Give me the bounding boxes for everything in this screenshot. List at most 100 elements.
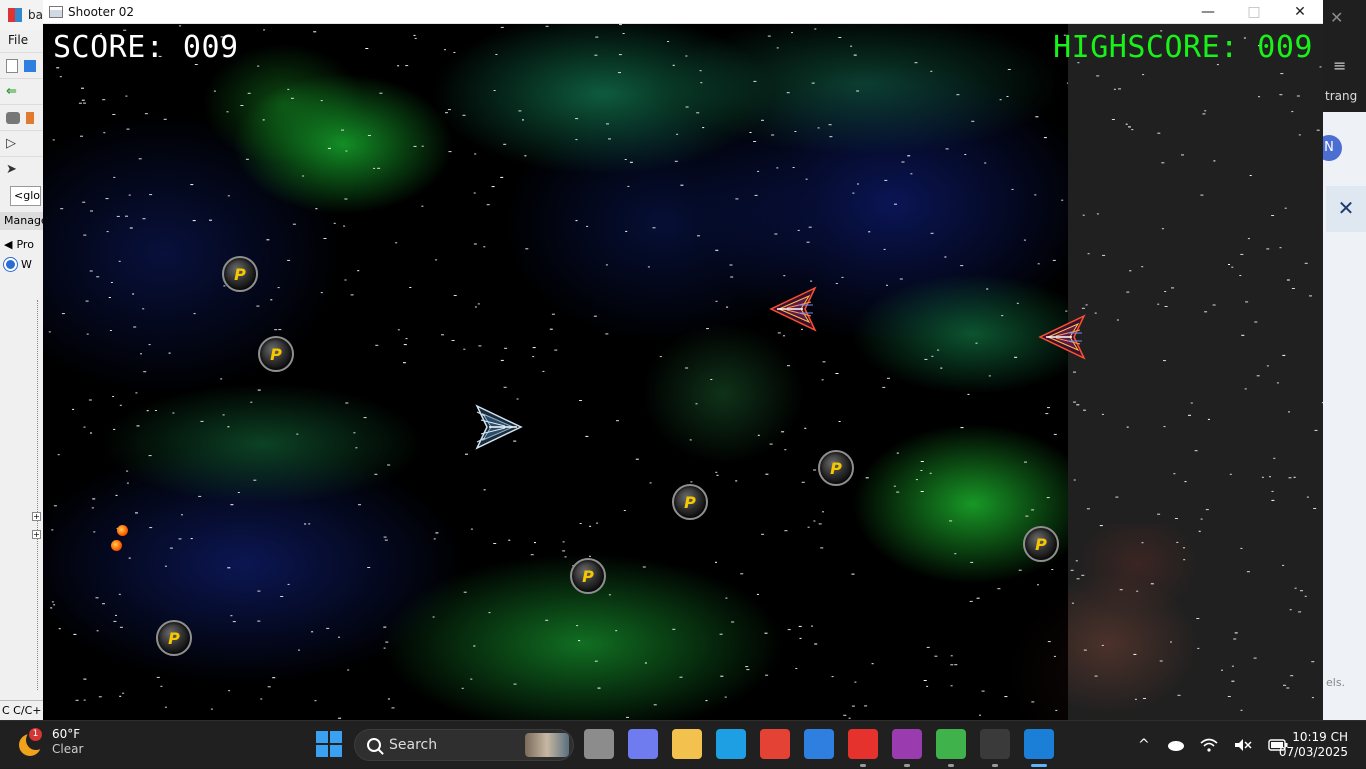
star	[253, 479, 257, 481]
file-explorer-icon[interactable]	[672, 729, 702, 759]
star	[60, 208, 64, 210]
star	[746, 669, 750, 671]
star	[579, 523, 582, 524]
game-side-panel	[1068, 24, 1323, 720]
star	[689, 439, 692, 441]
star	[149, 527, 153, 529]
star	[486, 204, 490, 206]
chrome-icon[interactable]	[760, 729, 790, 759]
recorder-icon[interactable]	[936, 729, 966, 759]
star	[1157, 303, 1160, 305]
cloud-icon[interactable]	[1166, 739, 1184, 751]
hamburger-menu-icon[interactable]: ≡	[1333, 56, 1346, 75]
star	[804, 427, 807, 429]
run-icon[interactable]: ▷	[6, 136, 16, 151]
star	[213, 90, 216, 92]
ide-tree-tab[interactable]: ◀ Pro	[4, 234, 39, 254]
star	[1115, 496, 1119, 498]
wps-icon[interactable]	[848, 729, 878, 759]
star	[901, 161, 905, 163]
shooter-game-icon[interactable]	[1024, 729, 1054, 759]
star	[1053, 655, 1056, 657]
expand-icon[interactable]: +	[32, 530, 41, 539]
wifi-icon[interactable]	[1200, 738, 1218, 752]
open-icon[interactable]	[24, 59, 36, 72]
powerup-letter: P	[234, 264, 246, 284]
star	[1200, 518, 1203, 520]
close-button[interactable]: ✕	[1277, 0, 1323, 24]
star	[445, 112, 448, 114]
back-arrow-icon[interactable]: ⇐	[6, 84, 17, 99]
star	[817, 127, 820, 129]
maximize-button[interactable]: □	[1231, 0, 1277, 24]
star	[403, 362, 406, 364]
star	[729, 264, 733, 266]
star	[473, 645, 476, 647]
ide-tree-root[interactable]: W	[4, 254, 39, 274]
star	[465, 453, 468, 455]
star	[108, 297, 111, 298]
winrar-icon[interactable]	[892, 729, 922, 759]
star	[1204, 110, 1207, 112]
star	[597, 687, 601, 689]
database-icon[interactable]	[6, 111, 20, 124]
chevron-left-icon[interactable]: ◀	[4, 238, 12, 251]
star	[1128, 126, 1131, 128]
dialog-close-button[interactable]: ✕	[1326, 186, 1366, 232]
weather-widget[interactable]: 1 60°F Clear	[16, 727, 83, 757]
task-view-icon[interactable]	[584, 729, 614, 759]
game-canvas[interactable]: SCORE: 009 HIGHSCORE: 009 P P P P P P P	[43, 24, 1323, 720]
start-button[interactable]	[316, 731, 342, 757]
browser-close-button[interactable]: ✕	[1330, 8, 1343, 27]
window-app-icon	[49, 5, 63, 18]
star	[50, 607, 53, 609]
star	[51, 601, 54, 603]
star	[685, 55, 688, 57]
ide-menu-file[interactable]: File	[0, 30, 43, 52]
minimize-button[interactable]: —	[1185, 0, 1231, 24]
star	[1142, 74, 1145, 76]
star	[81, 87, 84, 89]
ms-store-icon[interactable]	[804, 729, 834, 759]
ide-scope-combo[interactable]: <glol	[10, 186, 41, 206]
star	[960, 265, 964, 267]
star	[222, 414, 225, 416]
expand-icon[interactable]: +	[32, 512, 41, 521]
game-titlebar[interactable]: Shooter 02 — □ ✕	[43, 0, 1323, 24]
star	[822, 511, 824, 513]
terminal-icon[interactable]	[980, 729, 1010, 759]
star	[999, 99, 1002, 101]
star	[896, 491, 900, 493]
copilot-icon[interactable]	[628, 729, 658, 759]
star	[1314, 429, 1318, 431]
ide-manager-title: Manage	[0, 212, 43, 230]
new-file-icon[interactable]	[6, 58, 18, 73]
clock-date: 07/03/2025	[1278, 745, 1348, 759]
taskbar-search[interactable]: Search	[354, 729, 574, 761]
star	[91, 507, 94, 509]
star	[807, 526, 810, 528]
show-hidden-icons-chevron[interactable]: ^	[1138, 737, 1150, 753]
star	[387, 698, 390, 700]
star	[1025, 515, 1029, 517]
pointer-icon[interactable]: ➤	[6, 162, 17, 177]
star	[730, 276, 734, 278]
star	[409, 287, 412, 288]
star	[451, 340, 455, 341]
taskbar-clock[interactable]: 10:19 CH 07/03/2025	[1279, 730, 1348, 760]
star	[532, 347, 536, 349]
edge-icon[interactable]	[716, 729, 746, 759]
search-icon	[367, 738, 381, 752]
star	[605, 264, 608, 266]
grid-icon[interactable]	[26, 111, 34, 124]
volume-muted-icon[interactable]	[1234, 738, 1252, 752]
taskbar: 1 60°F Clear Search ^ 10:19 CH 07/03/202…	[0, 720, 1366, 768]
star	[119, 626, 123, 628]
star	[629, 161, 633, 163]
star	[156, 676, 160, 678]
star	[930, 70, 933, 72]
star	[1099, 525, 1103, 527]
star	[695, 403, 698, 405]
star	[1126, 426, 1129, 428]
star	[1157, 132, 1161, 134]
